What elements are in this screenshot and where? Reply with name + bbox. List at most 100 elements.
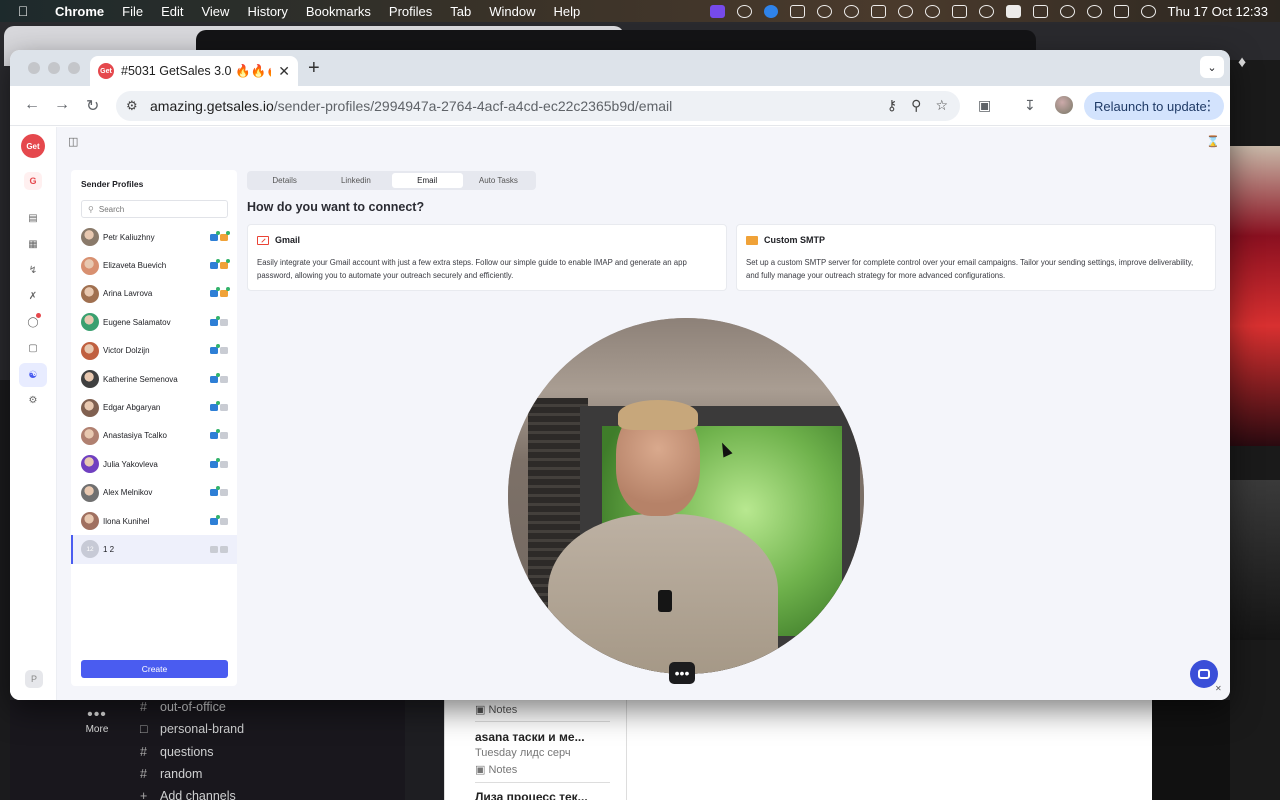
workspace-badge[interactable]: G bbox=[24, 172, 42, 190]
user-icon[interactable] bbox=[897, 4, 913, 18]
site-settings-icon[interactable]: ⚙ bbox=[126, 98, 150, 114]
analytics-icon[interactable]: ▤ bbox=[23, 208, 43, 228]
input-source-icon[interactable] bbox=[1005, 4, 1021, 18]
profile-row[interactable]: Victor Dolzijn bbox=[71, 337, 237, 365]
lightning-icon[interactable]: ↯ bbox=[23, 260, 43, 280]
tab-linkedin[interactable]: Linkedin bbox=[320, 173, 391, 188]
menu-profiles[interactable]: Profiles bbox=[380, 4, 441, 19]
play-icon[interactable] bbox=[978, 4, 994, 18]
go-icon[interactable] bbox=[870, 4, 886, 18]
new-tab-icon[interactable]: + bbox=[308, 57, 320, 80]
notes-editor[interactable] bbox=[626, 700, 1152, 800]
tab-details[interactable]: Details bbox=[249, 173, 320, 188]
browser-tab-active[interactable]: Get #5031 GetSales 3.0 🔥🔥🔥 ✕ bbox=[90, 56, 298, 86]
profile-row[interactable]: Julia Yakovleva bbox=[71, 450, 237, 478]
vpn-icon[interactable] bbox=[816, 4, 832, 18]
menu-help[interactable]: Help bbox=[545, 4, 590, 19]
kebab-menu-icon[interactable]: ⋮ bbox=[1202, 97, 1216, 114]
close-window-button[interactable] bbox=[28, 62, 40, 74]
chat-icon[interactable]: ◯ bbox=[23, 312, 43, 332]
profile-row[interactable]: Arina Lavrova bbox=[71, 280, 237, 308]
note-title[interactable]: asana таски и ме... bbox=[475, 730, 585, 744]
control-center-icon[interactable] bbox=[1113, 4, 1129, 18]
profile-avatar[interactable] bbox=[1055, 96, 1073, 114]
menu-history[interactable]: History bbox=[238, 4, 296, 19]
getsales-logo[interactable]: Get bbox=[21, 134, 45, 158]
channel-questions[interactable]: # questions bbox=[140, 745, 214, 759]
maximize-window-button[interactable] bbox=[68, 62, 80, 74]
address-bar[interactable]: ⚙ amazing.getsales.io/sender-profiles/29… bbox=[116, 91, 960, 121]
menu-tab[interactable]: Tab bbox=[441, 4, 480, 19]
briefcase-icon[interactable]: ▦ bbox=[23, 234, 43, 254]
reload-icon[interactable]: ↻ bbox=[86, 96, 99, 116]
forward-arrow-icon[interactable]: → bbox=[54, 96, 70, 114]
more-button[interactable]: ••• More bbox=[72, 706, 122, 735]
folder-label: Notes bbox=[488, 704, 518, 716]
gear-icon[interactable]: ⚙ bbox=[23, 390, 43, 410]
support-chat-button[interactable] bbox=[1190, 660, 1218, 688]
users-icon[interactable]: ☯ bbox=[19, 363, 47, 387]
note-title-next[interactable]: Лиза процесс тек... bbox=[475, 790, 588, 800]
url-text[interactable]: amazing.getsales.io/sender-profiles/2994… bbox=[150, 98, 672, 114]
close-icon[interactable]: ✕ bbox=[278, 63, 290, 80]
tools-icon[interactable]: ✗ bbox=[23, 286, 43, 306]
menu-edit[interactable]: Edit bbox=[152, 4, 192, 19]
channel-personal-brand[interactable]: □ personal-brand bbox=[140, 722, 244, 736]
extensions-icon[interactable]: ▣ bbox=[978, 97, 991, 114]
avatar bbox=[81, 256, 99, 275]
profile-row[interactable]: Petr Kaliuzhny bbox=[71, 223, 237, 251]
mute-icon[interactable] bbox=[789, 4, 805, 18]
webcam-menu-button[interactable]: ••• bbox=[669, 662, 695, 684]
siri-icon[interactable] bbox=[1140, 4, 1156, 18]
star-icon[interactable]: ☆ bbox=[935, 97, 948, 114]
notes-folder-row[interactable]: ▣ Notes bbox=[475, 703, 517, 716]
chevron-down-icon[interactable]: ⌄ bbox=[1200, 56, 1224, 78]
screen-share-icon[interactable] bbox=[709, 4, 725, 18]
search-input[interactable] bbox=[98, 204, 209, 214]
apple-icon[interactable]:  bbox=[0, 3, 46, 19]
webcam-overlay[interactable] bbox=[508, 318, 864, 674]
custom-smtp-option-card[interactable]: Custom SMTP Set up a custom SMTP server … bbox=[736, 224, 1216, 291]
profile-row[interactable]: Katherine Semenova bbox=[71, 365, 237, 393]
relaunch-to-update-button[interactable]: Relaunch to update ⋮ bbox=[1084, 92, 1224, 120]
zoom-magnifier-icon[interactable]: ⚲ bbox=[911, 97, 921, 114]
search-box[interactable]: ⚲ bbox=[81, 200, 228, 218]
menu-file[interactable]: File bbox=[113, 4, 152, 19]
add-channels-button[interactable]: + Add channels bbox=[140, 789, 236, 800]
minimize-window-button[interactable] bbox=[48, 62, 60, 74]
menu-window[interactable]: Window bbox=[480, 4, 544, 19]
channel-random[interactable]: # random bbox=[140, 767, 202, 781]
profile-row[interactable]: 12 1 2 bbox=[71, 535, 237, 564]
sidebar-toggle-icon[interactable]: ◫ bbox=[68, 135, 78, 148]
clipboard-icon[interactable]: ▢ bbox=[23, 338, 43, 358]
close-chat-icon[interactable]: ✕ bbox=[1215, 684, 1222, 693]
zoom-icon[interactable] bbox=[763, 4, 778, 18]
download-icon[interactable]: ↧ bbox=[1024, 97, 1036, 114]
profile-row[interactable]: Edgar Abgaryan bbox=[71, 393, 237, 421]
back-arrow-icon[interactable]: ← bbox=[24, 96, 40, 114]
wifi-icon[interactable] bbox=[1059, 4, 1075, 18]
menu-app-name[interactable]: Chrome bbox=[46, 4, 113, 19]
profile-row[interactable]: Anastasiya Tcalko bbox=[71, 422, 237, 450]
profile-row[interactable]: Alex Melnikov bbox=[71, 479, 237, 507]
profile-row[interactable]: Ilona Kunihel bbox=[71, 507, 237, 535]
channel-out-of-office[interactable]: # out-of-office bbox=[140, 700, 226, 714]
menu-bookmarks[interactable]: Bookmarks bbox=[297, 4, 380, 19]
battery-icon[interactable] bbox=[1032, 4, 1048, 18]
notification-count-icon[interactable] bbox=[924, 4, 940, 18]
tab-auto-tasks[interactable]: Auto Tasks bbox=[463, 173, 534, 188]
profile-row[interactable]: Elizaveta Buevich bbox=[71, 251, 237, 279]
menu-view[interactable]: View bbox=[192, 4, 238, 19]
hourglass-icon[interactable]: ⌛ bbox=[1206, 135, 1220, 148]
bluetooth-icon[interactable] bbox=[951, 4, 967, 18]
tab-email[interactable]: Email bbox=[391, 173, 463, 188]
settings-icon[interactable] bbox=[736, 4, 752, 18]
user-badge[interactable]: P bbox=[25, 670, 43, 688]
extension-icon[interactable] bbox=[843, 4, 859, 18]
gmail-option-card[interactable]: Gmail Easily integrate your Gmail accoun… bbox=[247, 224, 727, 291]
create-button[interactable]: Create bbox=[81, 660, 228, 678]
key-icon[interactable]: ⚷ bbox=[887, 97, 897, 114]
profile-row[interactable]: Eugene Salamatov bbox=[71, 308, 237, 336]
menu-clock[interactable]: Thu 17 Oct 12:33 bbox=[1168, 4, 1268, 19]
spotlight-icon[interactable] bbox=[1086, 4, 1102, 18]
